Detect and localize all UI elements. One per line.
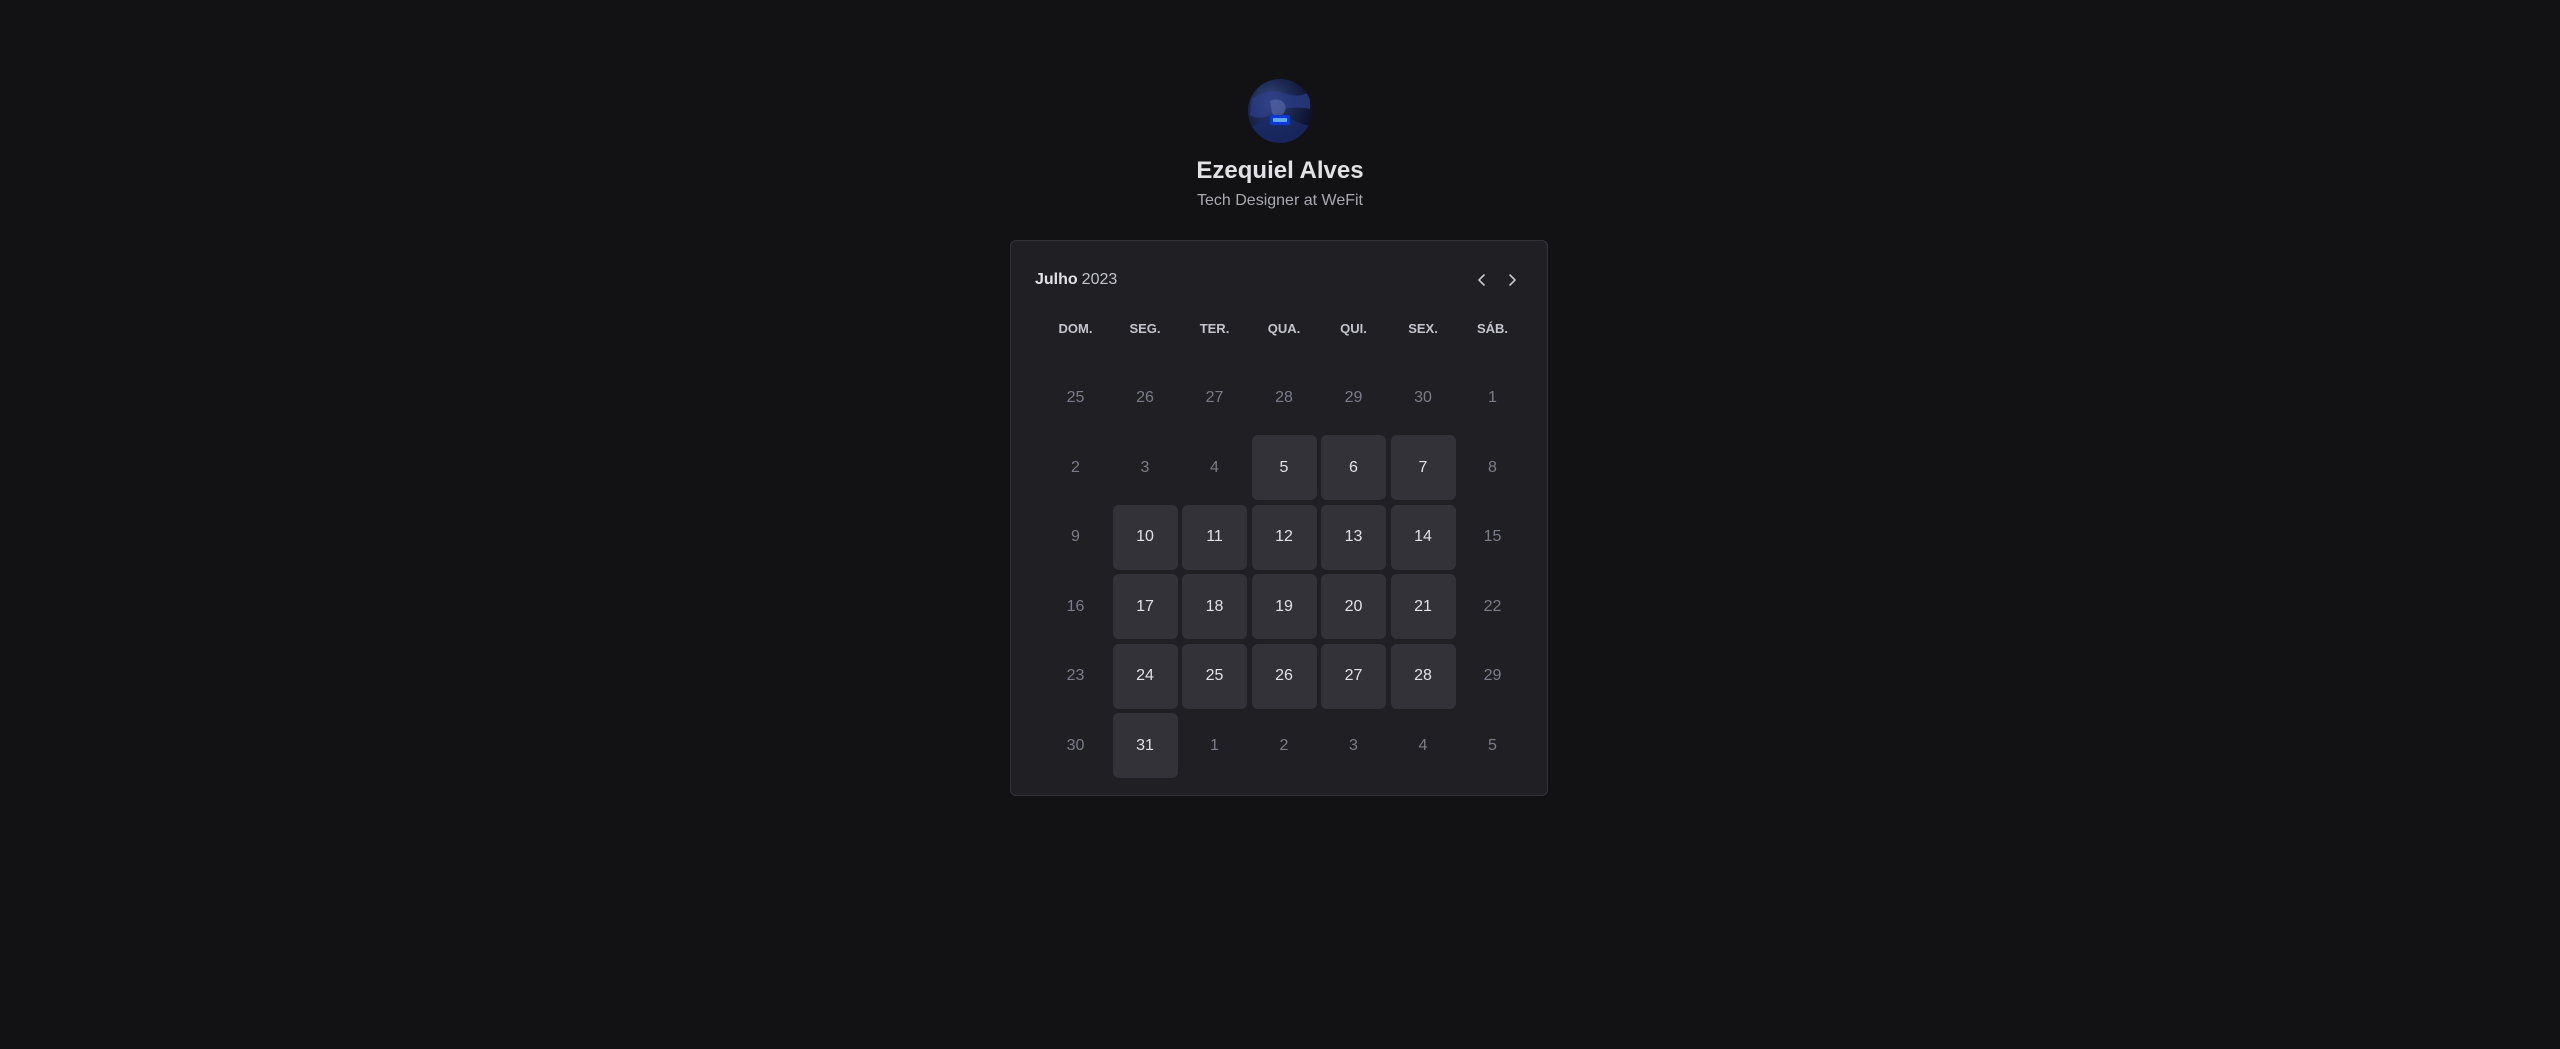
- available-day-button[interactable]: 25: [1182, 643, 1247, 709]
- next-month-button[interactable]: [1501, 269, 1523, 291]
- available-day-button[interactable]: 20: [1321, 574, 1386, 639]
- profile-photo-icon: [1248, 91, 1312, 143]
- available-day-button[interactable]: 10: [1112, 504, 1178, 570]
- available-day-button[interactable]: 19: [1251, 574, 1317, 639]
- available-day-button[interactable]: 5: [1251, 435, 1317, 500]
- previous-month-button[interactable]: [1471, 269, 1493, 291]
- weekday-header: SÁB.: [1476, 320, 1509, 336]
- calendar-grid: DOM. SEG. TER. QUA. QUI. SEX. SÁB. 25 26 27 28 29 30…: [1043, 316, 1525, 778]
- unavailable-day: 29: [1483, 667, 1502, 684]
- weekday-header: QUA.: [1267, 320, 1301, 336]
- available-day-button[interactable]: 18: [1182, 574, 1247, 639]
- available-day-button[interactable]: 26: [1251, 643, 1317, 709]
- weekday-header: QUI.: [1340, 320, 1367, 336]
- available-day-button[interactable]: 21: [1390, 574, 1456, 639]
- unavailable-day: 28: [1275, 389, 1293, 406]
- available-day-button[interactable]: 17: [1112, 574, 1178, 639]
- calendar-header: Julho 2023: [1035, 265, 1523, 295]
- unavailable-day: 1: [1210, 736, 1219, 754]
- available-day-button[interactable]: 11: [1182, 504, 1247, 570]
- unavailable-day: 30: [1414, 389, 1432, 406]
- available-day-button[interactable]: 7: [1390, 435, 1456, 500]
- unavailable-day: 9: [1071, 528, 1080, 545]
- calendar-year: 2023: [1081, 271, 1118, 288]
- chevron-left-icon: [1478, 274, 1485, 286]
- available-day-button[interactable]: 12: [1251, 504, 1317, 570]
- unavailable-day: 16: [1066, 597, 1085, 615]
- unavailable-day: 27: [1205, 389, 1224, 406]
- available-day-button[interactable]: 6: [1321, 435, 1386, 500]
- calendar-title: Julho 2023: [1035, 271, 1117, 289]
- profile-header: Ezequiel Alves Tech Designer at WeFit: [0, 0, 2560, 211]
- unavailable-day: 3: [1349, 736, 1358, 754]
- unavailable-day: 22: [1483, 597, 1502, 615]
- profile-role: Tech Designer at WeFit: [1197, 192, 1363, 209]
- unavailable-day: 23: [1066, 667, 1085, 684]
- profile-name: Ezequiel Alves: [1196, 157, 1364, 184]
- unavailable-day: 4: [1210, 458, 1219, 476]
- calendar-nav: [1471, 269, 1523, 291]
- available-day-button[interactable]: 13: [1321, 504, 1386, 570]
- unavailable-day: 1: [1488, 389, 1497, 406]
- avatar: [1248, 79, 1312, 143]
- calendar: Julho 2023 DOM. SEG. TER. QUA. QUI. SEX. SÁB. 25…: [1010, 240, 1548, 796]
- available-day-button[interactable]: 31: [1112, 713, 1178, 778]
- unavailable-day: 26: [1136, 389, 1154, 406]
- weekday-header: DOM.: [1058, 320, 1093, 336]
- unavailable-day: 29: [1344, 389, 1363, 406]
- weekday-header: SEG.: [1129, 320, 1161, 336]
- unavailable-day: 5: [1488, 736, 1497, 754]
- unavailable-day: 3: [1140, 458, 1150, 476]
- available-day-button[interactable]: 24: [1112, 643, 1178, 709]
- unavailable-day: 8: [1488, 458, 1497, 476]
- available-day-button[interactable]: 14: [1390, 504, 1456, 570]
- chevron-right-icon: [1509, 274, 1516, 286]
- unavailable-day: 2: [1071, 458, 1080, 476]
- unavailable-day: 30: [1066, 736, 1085, 754]
- unavailable-day: 25: [1066, 389, 1085, 406]
- calendar-month: Julho: [1035, 271, 1078, 288]
- unavailable-day: 4: [1418, 736, 1428, 754]
- weekday-header: SEX.: [1408, 320, 1438, 336]
- weekday-header: TER.: [1199, 320, 1230, 336]
- available-day-button[interactable]: 27: [1321, 643, 1386, 709]
- available-day-button[interactable]: 28: [1390, 643, 1456, 709]
- unavailable-day: 2: [1279, 736, 1289, 754]
- unavailable-day: 15: [1483, 528, 1502, 545]
